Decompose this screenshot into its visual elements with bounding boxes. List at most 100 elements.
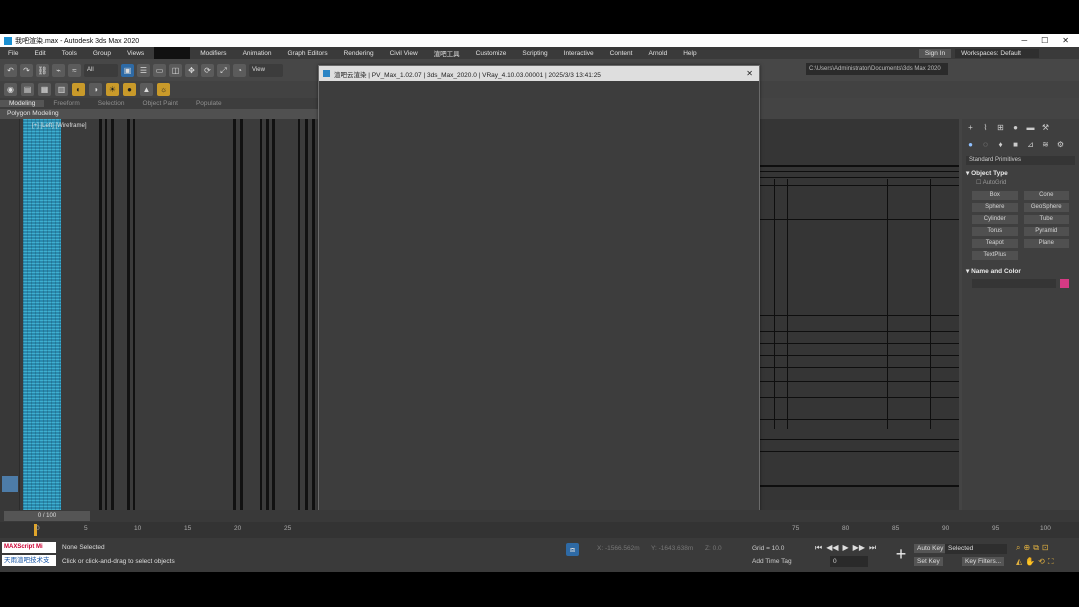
- sign-in-button[interactable]: Sign In: [918, 48, 952, 58]
- goto-start-icon[interactable]: ⏮: [815, 543, 822, 553]
- zoom-icon[interactable]: ⌕: [1016, 543, 1020, 553]
- redo-icon[interactable]: ↷: [20, 63, 33, 77]
- play-icon[interactable]: ▶: [843, 543, 849, 553]
- object-type-rollout-title[interactable]: ▾ Object Type: [966, 169, 1075, 177]
- material-editor-icon[interactable]: ▦: [38, 83, 51, 96]
- primitive-type-dropdown[interactable]: Standard Primitives: [966, 156, 1075, 165]
- viewport-layout-button[interactable]: [2, 476, 18, 492]
- undo-icon[interactable]: ↶: [4, 63, 17, 77]
- layer-explorer-icon[interactable]: ▤: [21, 83, 34, 96]
- display-icon[interactable]: ▬: [1026, 123, 1035, 132]
- auto-key-button[interactable]: Auto Key: [914, 544, 947, 553]
- orbit-icon[interactable]: ⟲: [1038, 557, 1045, 567]
- cone-button[interactable]: Cone: [1023, 191, 1069, 200]
- select-object-icon[interactable]: ▣: [121, 63, 134, 77]
- menu-rendering[interactable]: Rendering: [336, 50, 382, 57]
- key-filters-button[interactable]: Key Filters...: [962, 557, 1005, 566]
- geosphere-button[interactable]: GeoSphere: [1023, 203, 1069, 212]
- create-icon[interactable]: +: [966, 123, 975, 132]
- box-button[interactable]: Box: [972, 191, 1018, 200]
- time-slider-thumb[interactable]: 0 / 100: [4, 511, 90, 521]
- window-crossing-icon[interactable]: ◫: [169, 63, 182, 77]
- ribbon-tab-populate[interactable]: Populate: [187, 100, 231, 107]
- zoom-extents-icon[interactable]: ⧉: [1033, 543, 1039, 553]
- next-frame-icon[interactable]: ▶▶: [853, 543, 865, 553]
- sphere-icon[interactable]: ●: [123, 83, 136, 96]
- menu-arnold[interactable]: Arnold: [640, 50, 675, 57]
- dome-light-icon[interactable]: ☼: [157, 83, 170, 96]
- ribbon-tab-object-paint[interactable]: Object Paint: [134, 100, 187, 107]
- coord-z[interactable]: Z: 0.0: [705, 545, 722, 552]
- menu-views[interactable]: Views: [119, 50, 152, 57]
- menu-animation[interactable]: Animation: [235, 50, 280, 57]
- menu-scripting[interactable]: Scripting: [514, 50, 555, 57]
- select-by-name-icon[interactable]: ☰: [137, 63, 150, 77]
- geometry-icon[interactable]: ●: [966, 140, 975, 149]
- hierarchy-icon[interactable]: ⊞: [996, 123, 1005, 132]
- teapot-button[interactable]: Teapot: [972, 239, 1018, 248]
- zoom-extents-all-icon[interactable]: ⊡: [1042, 543, 1049, 553]
- menu-modifiers[interactable]: Modifiers: [192, 50, 234, 57]
- scene-explorer-icon[interactable]: ◉: [4, 83, 17, 96]
- menu-interactive[interactable]: Interactive: [556, 50, 602, 57]
- light-icon[interactable]: ◐: [72, 83, 85, 96]
- ribbon-tab-selection[interactable]: Selection: [89, 100, 134, 107]
- object-color-swatch[interactable]: [1060, 279, 1069, 288]
- right-viewport[interactable]: [760, 119, 959, 510]
- helpers-icon[interactable]: ⊿: [1026, 140, 1035, 149]
- lights-icon[interactable]: ♦: [996, 140, 1005, 149]
- maximize-button[interactable]: ☐: [1041, 36, 1048, 45]
- set-key-icon[interactable]: +: [892, 543, 910, 565]
- bind-spacewarp-icon[interactable]: ≈: [68, 63, 81, 77]
- scale-icon[interactable]: ⤢: [217, 63, 230, 77]
- menu-create-redacted[interactable]: [154, 47, 191, 59]
- prev-frame-icon[interactable]: ◀◀: [826, 543, 838, 553]
- menu-help[interactable]: Help: [675, 50, 704, 57]
- vray-toolbar-icon[interactable]: ◑: [89, 83, 102, 96]
- selection-filter-dropdown[interactable]: All: [84, 63, 118, 77]
- sun-icon[interactable]: ☀: [106, 83, 119, 96]
- rotate-icon[interactable]: ⟳: [201, 63, 214, 77]
- autogrid-checkbox[interactable]: ☐ AutoGrid: [976, 179, 1079, 186]
- coord-y[interactable]: Y: -1643.638m: [651, 545, 693, 552]
- menu-tools[interactable]: Tools: [54, 50, 85, 57]
- menu-file[interactable]: File: [0, 50, 26, 57]
- textplus-button[interactable]: TextPlus: [972, 251, 1018, 260]
- torus-button[interactable]: Torus: [972, 227, 1018, 236]
- add-time-tag[interactable]: Add Time Tag: [752, 558, 792, 565]
- current-frame-field[interactable]: 0: [830, 556, 868, 567]
- menu-group[interactable]: Group: [85, 50, 119, 57]
- minimize-button[interactable]: ─: [1021, 36, 1027, 45]
- isolate-selection-icon[interactable]: ⧈: [566, 543, 579, 556]
- object-name-field[interactable]: [972, 279, 1056, 288]
- unlink-icon[interactable]: ⌁: [52, 63, 65, 77]
- menu-content[interactable]: Content: [602, 50, 641, 57]
- reference-coord-dropdown[interactable]: View: [249, 63, 283, 77]
- cone-icon[interactable]: ▲: [140, 83, 153, 96]
- pyramid-button[interactable]: Pyramid: [1023, 227, 1069, 236]
- workspaces-dropdown[interactable]: Workspaces: Default: [955, 48, 1039, 58]
- viewport-label[interactable]: [+] [Left] [Wireframe]: [32, 123, 87, 129]
- goto-end-icon[interactable]: ⏭: [869, 543, 876, 553]
- maxscript-listener[interactable]: MAXScript Mi: [2, 542, 56, 553]
- coord-x[interactable]: X: -1566.562m: [597, 545, 640, 552]
- fov-icon[interactable]: ◭: [1016, 557, 1022, 567]
- menu-xuanba-tools[interactable]: 渲吧工具: [426, 48, 468, 58]
- sphere-button[interactable]: Sphere: [972, 203, 1018, 212]
- systems-icon[interactable]: ⚙: [1056, 140, 1065, 149]
- rectangular-selection-icon[interactable]: ▭: [153, 63, 166, 77]
- move-icon[interactable]: ✥: [185, 63, 198, 77]
- set-key-button[interactable]: Set Key: [914, 557, 943, 566]
- menu-edit[interactable]: Edit: [26, 50, 53, 57]
- menu-graph-editors[interactable]: Graph Editors: [279, 50, 335, 57]
- spacewarps-icon[interactable]: ≋: [1041, 140, 1050, 149]
- utilities-icon[interactable]: ⚒: [1041, 123, 1050, 132]
- plane-button[interactable]: Plane: [1023, 239, 1069, 248]
- cameras-icon[interactable]: ■: [1011, 140, 1020, 149]
- ribbon-tab-modeling[interactable]: Modeling: [0, 100, 45, 107]
- time-slider[interactable]: 0 / 100: [0, 510, 1079, 522]
- dialog-close-icon[interactable]: ✕: [746, 69, 753, 78]
- wireframe-object-selected[interactable]: [23, 119, 61, 510]
- dialog-title-bar[interactable]: 渲吧云渲染 | PV_Max_1.02.07 | 3ds_Max_2020.0 …: [319, 66, 759, 81]
- shapes-icon[interactable]: ◌: [981, 140, 990, 149]
